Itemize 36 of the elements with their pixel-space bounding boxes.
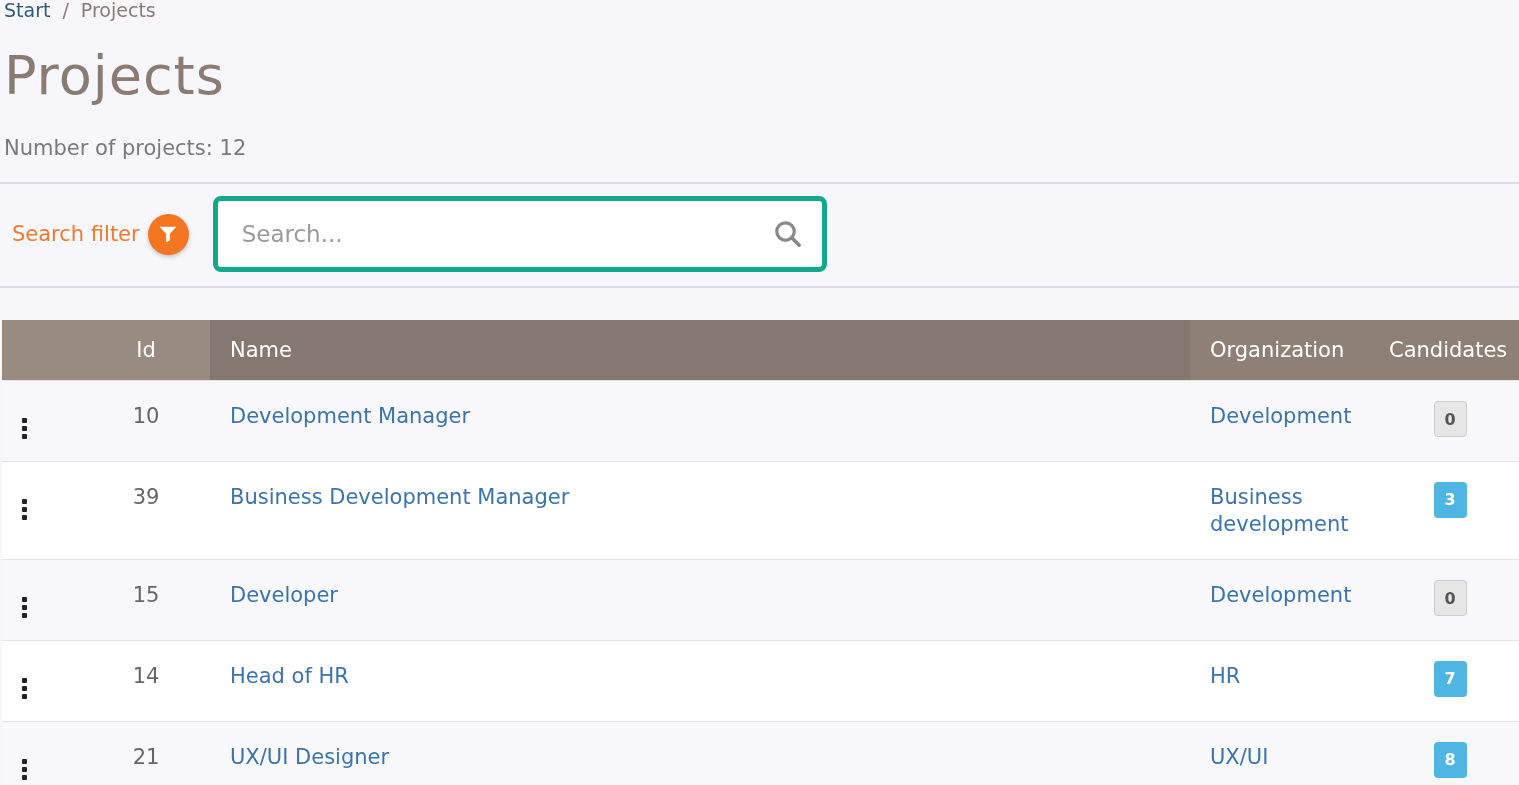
project-name-link[interactable]: Development Manager	[230, 403, 471, 431]
breadcrumb-separator: /	[62, 0, 69, 21]
candidates-count: 0	[1433, 401, 1467, 437]
candidates-count: 3	[1433, 482, 1467, 518]
filter-icon	[147, 213, 189, 255]
candidates-count: 0	[1433, 579, 1467, 616]
project-name-link[interactable]: Head of HR	[230, 662, 349, 690]
row-menu-icon[interactable]	[22, 594, 27, 620]
id-cell: 10	[82, 380, 210, 462]
organization-link[interactable]: UX/UI	[1210, 743, 1269, 771]
column-header[interactable]: Name	[210, 320, 1190, 381]
id-cell: 14	[82, 640, 210, 722]
organization-link[interactable]: Development	[1210, 403, 1352, 431]
project-count: Number of projects: 12	[4, 135, 248, 162]
column-header[interactable]: Id	[82, 320, 210, 381]
row-menu-icon[interactable]	[22, 756, 27, 782]
page-title: Projects	[4, 44, 226, 108]
candidates-count: 8	[1433, 741, 1467, 778]
project-name-link[interactable]: Business Development Manager	[230, 484, 570, 512]
organization-link[interactable]: Development	[1210, 581, 1352, 609]
id-cell: 39	[82, 461, 210, 560]
row-menu-icon[interactable]	[22, 416, 27, 441]
project-name-link[interactable]: Developer	[230, 581, 338, 609]
search-field[interactable]: Search...	[212, 196, 827, 272]
row-menu-icon[interactable]	[22, 497, 27, 522]
organization-link[interactable]: HR	[1210, 662, 1241, 690]
search-icon[interactable]	[772, 219, 803, 249]
candidates-count: 7	[1433, 660, 1467, 697]
column-header[interactable]: Organization	[1190, 320, 1381, 381]
project-name-link[interactable]: UX/UI Designer	[230, 743, 390, 771]
breadcrumb-current: Projects	[80, 0, 156, 21]
search-filter-button[interactable]: Search filter	[12, 213, 189, 255]
column-header[interactable]: Candidates	[1381, 320, 1519, 381]
row-menu-icon[interactable]	[22, 675, 27, 701]
id-cell: 15	[82, 559, 210, 641]
breadcrumb-link[interactable]: Start	[4, 0, 51, 21]
